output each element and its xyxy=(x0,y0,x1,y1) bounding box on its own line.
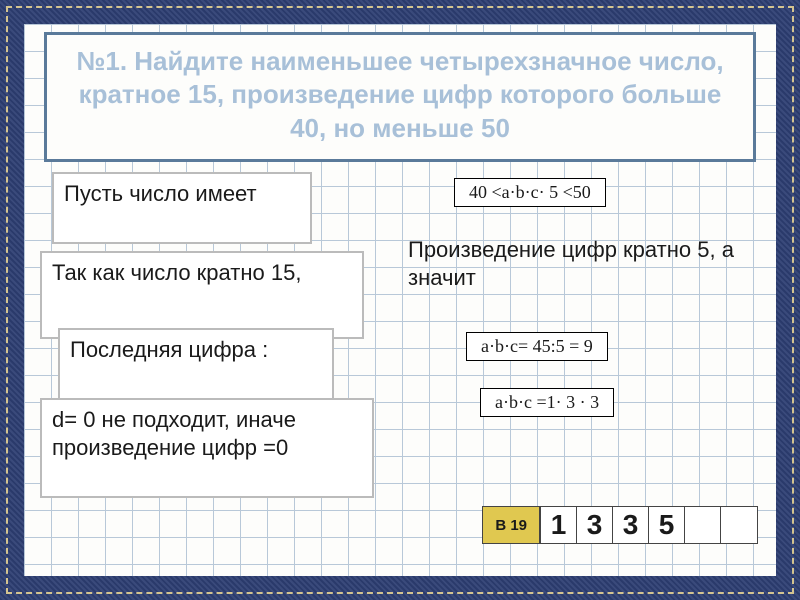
answer-cell xyxy=(721,507,757,543)
formula-inequality: 40 <a·b·c· 5 <50 xyxy=(454,178,606,207)
step-box-4: d= 0 не подходит, иначе произведение циф… xyxy=(40,398,374,498)
step-text-1: Пусть число имеет xyxy=(64,181,257,206)
answer-cell: 3 xyxy=(613,507,649,543)
formula-division: a·b·c= 45:5 = 9 xyxy=(466,332,608,361)
step-box-2: Так как число кратно 15, xyxy=(40,251,364,339)
answer-cell: 3 xyxy=(577,507,613,543)
step-text-3: Последняя цифра : xyxy=(70,337,268,362)
formula-factors: a·b·c =1· 3 · 3 xyxy=(480,388,614,417)
problem-title: №1. Найдите наименьшее четырехзначное чи… xyxy=(65,45,735,145)
step-text-2: Так как число кратно 15, xyxy=(52,260,301,285)
answer-tab-label: В 19 xyxy=(495,517,527,534)
answer-cell: 1 xyxy=(541,507,577,543)
right-explanation: Произведение цифр кратно 5, а значит xyxy=(408,236,748,292)
answer-cell xyxy=(685,507,721,543)
step-text-4: d= 0 не подходит, иначе произведение циф… xyxy=(52,407,296,460)
step-box-1: Пусть число имеет xyxy=(52,172,312,244)
problem-title-box: №1. Найдите наименьшее четырехзначное чи… xyxy=(44,32,756,162)
answer-bar: В 19 1 3 3 5 xyxy=(482,506,758,544)
step-box-3: Последняя цифра : xyxy=(58,328,334,408)
answer-cells: 1 3 3 5 xyxy=(540,506,758,544)
answer-tab[interactable]: В 19 xyxy=(482,506,540,544)
answer-cell: 5 xyxy=(649,507,685,543)
